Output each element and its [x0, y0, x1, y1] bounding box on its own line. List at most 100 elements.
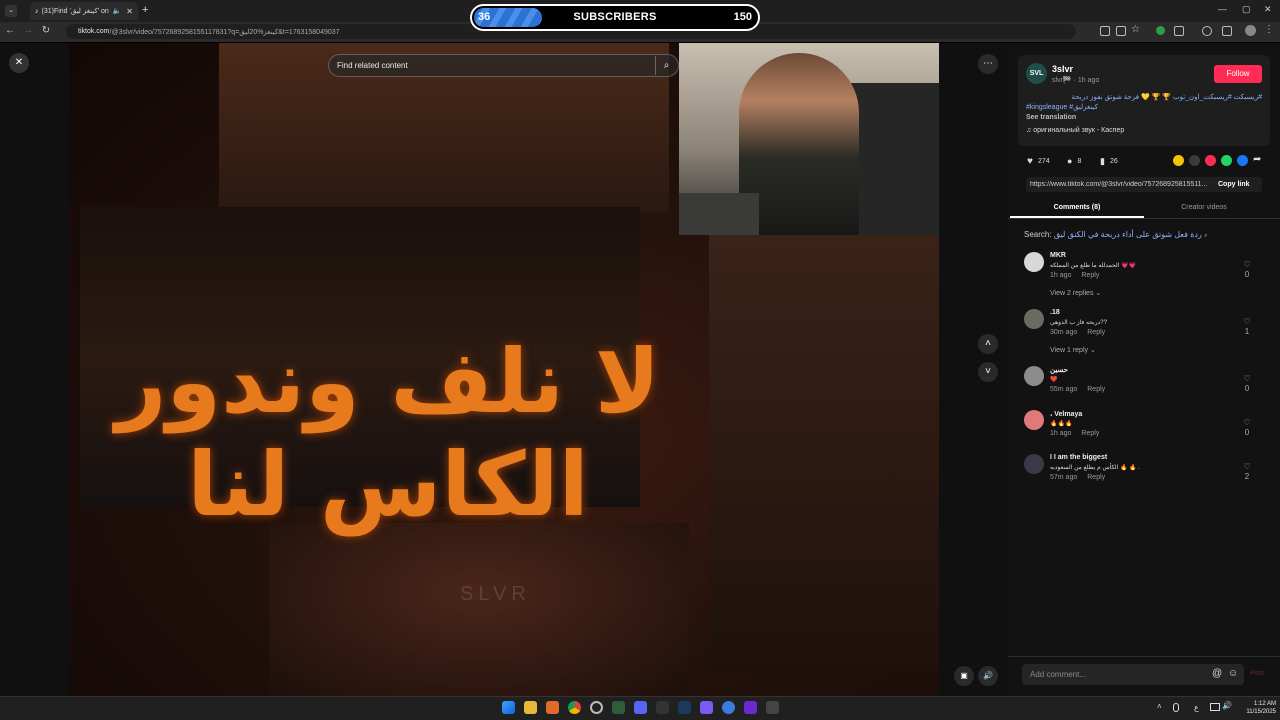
- pinned-app-icon[interactable]: [766, 701, 779, 714]
- follow-button[interactable]: Follow: [1214, 65, 1262, 83]
- reload-button[interactable]: ↻: [40, 25, 52, 37]
- comment-text: الكأس م يطلع من السعوديه 🔥 🔥 .: [1050, 465, 1140, 471]
- discord-icon[interactable]: [634, 701, 647, 714]
- new-tab-button[interactable]: +: [142, 4, 148, 16]
- facebook-icon[interactable]: [1237, 155, 1248, 166]
- reply-button[interactable]: Reply: [1087, 329, 1105, 336]
- comment-author[interactable]: I I am the biggest: [1050, 454, 1107, 461]
- microphone-icon[interactable]: [1173, 703, 1179, 712]
- add-comment-input[interactable]: Add comment...: [1022, 664, 1244, 685]
- file-explorer-icon[interactable]: [524, 701, 537, 714]
- tray-expand-icon[interactable]: ˄: [1157, 702, 1162, 711]
- pinned-app-icon[interactable]: [744, 701, 757, 714]
- comment-like[interactable]: ♡ 0: [1240, 374, 1254, 394]
- comment-like[interactable]: ♡ 0: [1240, 418, 1254, 438]
- reply-button[interactable]: Reply: [1087, 474, 1105, 481]
- related-search-input[interactable]: Find related content: [328, 54, 679, 77]
- close-window-button[interactable]: ✕: [1264, 4, 1272, 15]
- chrome-icon[interactable]: [568, 701, 581, 714]
- account-avatar[interactable]: [1245, 25, 1256, 36]
- heart-outline-icon: ♡: [1243, 418, 1251, 427]
- post-comment-button[interactable]: Post: [1250, 670, 1264, 677]
- close-video-button[interactable]: ✕: [9, 53, 29, 73]
- volume-button[interactable]: 🔊: [978, 666, 998, 686]
- comment-avatar[interactable]: [1024, 410, 1044, 430]
- sound-row[interactable]: ♫ оригинальный звук - Каспер: [1026, 127, 1124, 134]
- comment-author[interactable]: MKR: [1050, 252, 1066, 259]
- menu-icon[interactable]: ⋮: [1264, 24, 1274, 35]
- emoji-icon[interactable]: ☺: [1228, 668, 1238, 679]
- tab-list-button[interactable]: ⌄: [5, 5, 17, 17]
- tab-title: (31)Find 'كينغز ليق' on TikTok: [41, 8, 110, 15]
- send-share-icon[interactable]: [1205, 155, 1216, 166]
- comment-avatar[interactable]: [1024, 309, 1044, 329]
- post-caption-line1[interactable]: #ريسبكت #ريسبكت_اون_توب 🏆 🏆 💛 فرحة شوتق …: [1026, 93, 1262, 101]
- comment-avatar[interactable]: [1024, 366, 1044, 386]
- like-action[interactable]: ♥ 274: [1027, 156, 1050, 167]
- whatsapp-icon[interactable]: [1221, 155, 1232, 166]
- minimize-button[interactable]: —: [1218, 4, 1227, 14]
- embed-icon[interactable]: [1189, 155, 1200, 166]
- pinned-app-icon[interactable]: [546, 701, 559, 714]
- translate-icon[interactable]: [1116, 26, 1126, 36]
- language-indicator[interactable]: ع: [1194, 703, 1199, 712]
- subscriber-label: SUBSCRIBERS: [573, 11, 657, 23]
- tab-creator-videos[interactable]: Creator videos: [1144, 204, 1264, 211]
- comment-author[interactable]: ، Velmaya: [1050, 410, 1082, 418]
- speaker-icon[interactable]: 🔊: [1222, 701, 1232, 710]
- steam-icon[interactable]: [678, 701, 691, 714]
- comment-avatar[interactable]: [1024, 252, 1044, 272]
- reply-button[interactable]: Reply: [1081, 272, 1099, 279]
- comment-like[interactable]: ♡ 2: [1240, 462, 1254, 482]
- view-replies-button[interactable]: View 2 replies ⌄: [1050, 289, 1101, 297]
- comment-like[interactable]: ♡ 1: [1240, 317, 1254, 337]
- previous-video-button[interactable]: ˄: [978, 334, 998, 354]
- search-icon[interactable]: ⌕: [655, 56, 677, 75]
- capcut-icon[interactable]: [656, 701, 669, 714]
- creator-avatar[interactable]: SVL: [1026, 63, 1047, 84]
- save-action[interactable]: ▮ 26: [1100, 156, 1118, 167]
- downloads-icon[interactable]: [1222, 26, 1232, 36]
- creator-username[interactable]: 3slvr: [1052, 64, 1073, 74]
- system-clock[interactable]: 1:12 AM 11/15/2025: [1236, 700, 1276, 716]
- copy-link-button[interactable]: Copy link: [1218, 181, 1250, 188]
- profile-icon[interactable]: [1202, 26, 1212, 36]
- share-arrow-icon[interactable]: ➦: [1253, 154, 1261, 165]
- more-options-button[interactable]: ⋯: [978, 54, 998, 74]
- post-caption-line2[interactable]: #kingsleague #كينغزليق: [1026, 103, 1098, 111]
- reply-button[interactable]: Reply: [1087, 386, 1105, 393]
- mention-icon[interactable]: @: [1212, 668, 1222, 679]
- pinned-app-icon[interactable]: [722, 701, 735, 714]
- back-button[interactable]: ←: [4, 25, 16, 37]
- comment-author[interactable]: حسين: [1050, 366, 1068, 374]
- comment-like[interactable]: ♡ 0: [1240, 260, 1254, 280]
- view-replies-label: View 1 reply: [1050, 347, 1089, 354]
- mini-player-button[interactable]: ▣: [954, 666, 974, 686]
- comment-author[interactable]: .18: [1050, 309, 1060, 316]
- extensions-puzzle-icon[interactable]: [1174, 26, 1184, 36]
- tab-close-icon[interactable]: ✕: [126, 7, 133, 16]
- bookmark-star-icon[interactable]: ☆: [1131, 24, 1140, 35]
- forward-button[interactable]: →: [22, 25, 34, 37]
- windows-start-icon[interactable]: [502, 701, 515, 714]
- clock-date: 11/15/2025: [1246, 709, 1276, 715]
- comment-avatar[interactable]: [1024, 454, 1044, 474]
- search-suggestion[interactable]: Search: ردة فعل شوتق على أداء دربحة في ا…: [1024, 230, 1207, 240]
- comment-action[interactable]: ● 8: [1067, 156, 1081, 166]
- friends-share-icon[interactable]: [1173, 155, 1184, 166]
- network-icon[interactable]: [1210, 703, 1220, 711]
- pinned-app-icon[interactable]: [700, 701, 713, 714]
- extension-icon[interactable]: [1156, 26, 1165, 35]
- tab-comments[interactable]: Comments (8): [1010, 204, 1144, 211]
- install-app-icon[interactable]: [1100, 26, 1110, 36]
- reply-button[interactable]: Reply: [1081, 430, 1099, 437]
- terminal-icon[interactable]: [612, 701, 625, 714]
- maximize-button[interactable]: ▢: [1242, 4, 1251, 15]
- comment-item: ، Velmaya 🔥🔥🔥 1h ago Reply ♡ 0: [1024, 410, 1264, 450]
- tab-audio-icon[interactable]: 🔈: [113, 7, 122, 15]
- browser-tab[interactable]: ♪ (31)Find 'كينغز ليق' on TikTok 🔈 ✕: [30, 2, 138, 20]
- next-video-button[interactable]: ˅: [978, 362, 998, 382]
- view-replies-button[interactable]: View 1 reply ⌄: [1050, 346, 1096, 354]
- pinned-app-icon[interactable]: [590, 701, 603, 714]
- see-translation-link[interactable]: See translation: [1026, 114, 1076, 121]
